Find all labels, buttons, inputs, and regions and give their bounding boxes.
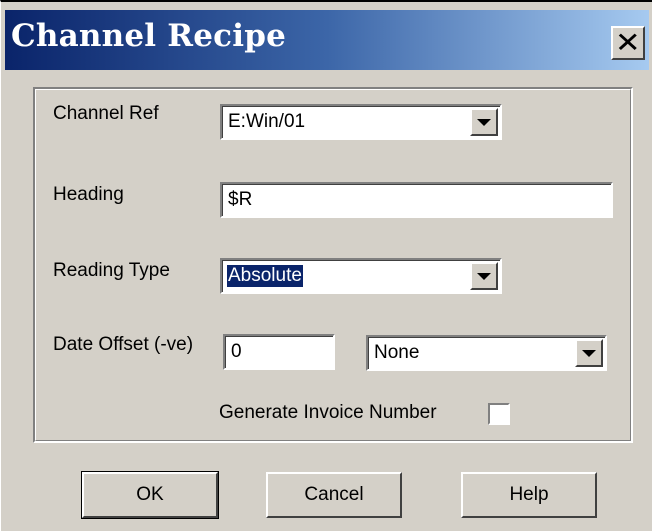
channel-ref-value: E:Win/01 [228, 111, 306, 132]
chevron-down-icon [477, 118, 491, 126]
close-button[interactable]: ✕ [611, 26, 645, 60]
heading-input[interactable]: $R [220, 182, 613, 218]
chevron-down-icon [582, 349, 596, 357]
title-bar[interactable]: Channel Recipe ✕ [5, 10, 649, 70]
reading-type-value: Absolute [227, 265, 303, 287]
date-offset-unit-value: None [374, 342, 420, 363]
reading-type-dropdown-button[interactable] [470, 262, 498, 290]
help-button[interactable]: Help [461, 472, 597, 518]
channel-ref-dropdown-button[interactable] [470, 108, 498, 136]
reading-type-label: Reading Type [53, 260, 170, 281]
channel-ref-label: Channel Ref [53, 103, 159, 124]
generate-invoice-checkbox[interactable] [488, 403, 510, 425]
window-title: Channel Recipe [11, 18, 287, 54]
close-icon: ✕ [615, 26, 641, 59]
date-offset-input[interactable]: 0 [223, 334, 335, 370]
cancel-button[interactable]: Cancel [266, 472, 402, 518]
channel-ref-select[interactable]: E:Win/01 [220, 104, 502, 140]
date-offset-unit-select[interactable]: None [366, 335, 607, 371]
date-offset-label: Date Offset (-ve) [53, 334, 194, 355]
reading-type-select[interactable]: Absolute [220, 258, 502, 294]
generate-invoice-label: Generate Invoice Number [219, 402, 437, 423]
ok-button[interactable]: OK [81, 471, 219, 519]
date-offset-value: 0 [231, 341, 242, 362]
heading-value: $R [228, 189, 253, 210]
heading-label: Heading [53, 184, 124, 205]
dialog-window: Channel Recipe ✕ Channel Ref E:Win/01 He… [0, 0, 652, 531]
chevron-down-icon [477, 272, 491, 280]
date-offset-unit-dropdown-button[interactable] [575, 339, 603, 367]
